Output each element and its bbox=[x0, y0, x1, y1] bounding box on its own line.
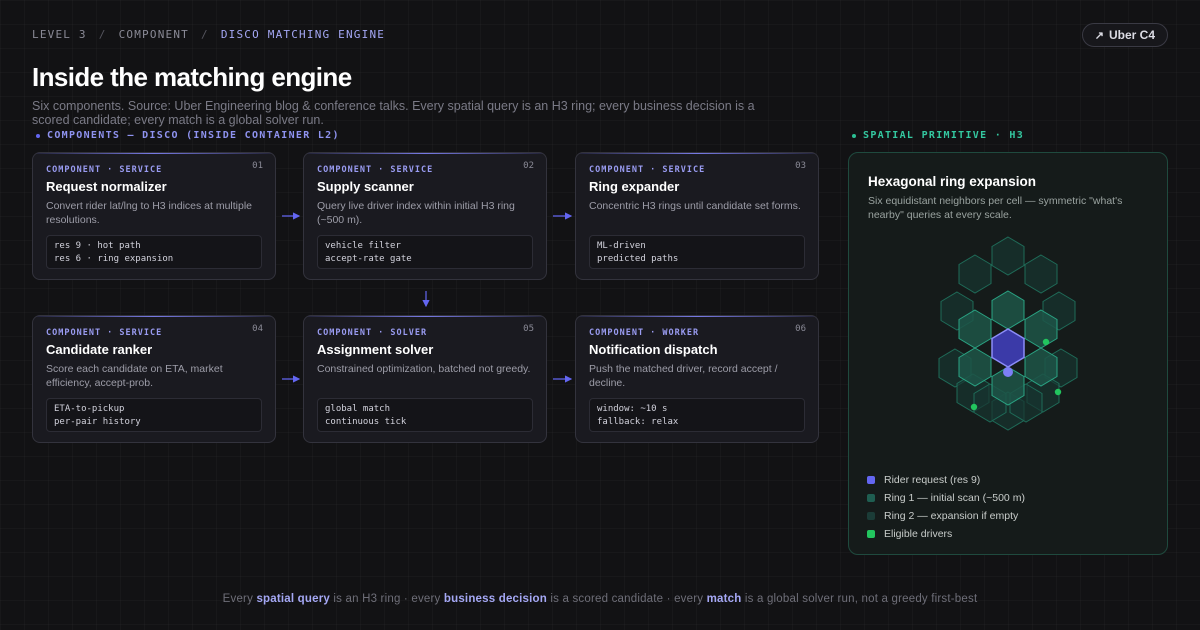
component-card-request-normalizer[interactable]: COMPONENT · SERVICE 01 Request normalize… bbox=[32, 152, 276, 280]
legend-label: Ring 1 — initial scan (~500 m) bbox=[884, 492, 1025, 504]
legend-swatch bbox=[867, 494, 875, 502]
legend-swatch bbox=[867, 530, 875, 538]
legend-label: Eligible drivers bbox=[884, 528, 953, 540]
component-card-notification-dispatch[interactable]: COMPONENT · WORKER 06 Notification dispa… bbox=[575, 315, 819, 443]
component-kind: COMPONENT · SOLVER bbox=[317, 328, 428, 338]
component-description: Score each candidate on ETA, market effi… bbox=[46, 363, 223, 389]
code-line: accept-rate gate bbox=[325, 254, 412, 264]
code-line: ETA-to-pickup bbox=[54, 404, 125, 414]
footer-text: Every bbox=[222, 593, 257, 605]
footer-text: is a global solver run, not a greedy fir… bbox=[741, 593, 978, 605]
legend-label: Rider request (res 9) bbox=[884, 474, 981, 486]
component-name: Assignment solver bbox=[317, 342, 434, 357]
footer-keyword: match bbox=[706, 593, 742, 605]
legend-label: Ring 2 — expansion if empty bbox=[884, 510, 1019, 522]
component-card-supply-scanner[interactable]: COMPONENT · SERVICE 02 Supply scanner Qu… bbox=[303, 152, 547, 280]
component-description: Concentric H3 rings until candidate set … bbox=[589, 200, 801, 212]
page-subtitle: Six components. Source: Uber Engineering… bbox=[32, 99, 755, 127]
component-card-assignment-solver[interactable]: COMPONENT · SOLVER 05 Assignment solver … bbox=[303, 315, 547, 443]
eligible-driver-dot bbox=[1042, 338, 1050, 346]
uber-c4-label: Uber C4 bbox=[1108, 28, 1155, 42]
page-title: Inside the matching engine bbox=[32, 62, 352, 92]
legend-item-ring-1: Ring 1 — initial scan (~500 m) bbox=[867, 489, 1025, 507]
code-line: global match bbox=[325, 404, 391, 414]
arrow-up-right-icon: ↗ bbox=[1094, 29, 1104, 42]
uber-c4-link[interactable]: ↗ Uber C4 bbox=[1081, 23, 1168, 47]
component-number: 05 bbox=[523, 324, 534, 334]
breadcrumb-separator: / bbox=[98, 28, 107, 41]
rider-request-dot bbox=[1003, 367, 1013, 377]
footer-keyword: spatial query bbox=[256, 593, 330, 605]
h3-legend: Rider request (res 9) Ring 1 — initial s… bbox=[867, 471, 1025, 543]
bullet-dot-icon bbox=[852, 133, 856, 138]
component-name: Notification dispatch bbox=[589, 342, 718, 357]
component-code-box: res 9 · hot path res 6 · ring expansion bbox=[46, 235, 262, 269]
footer-text: is an H3 ring · every bbox=[329, 593, 444, 605]
spatial-section-text: SPATIAL PRIMITIVE · H3 bbox=[863, 130, 1025, 141]
legend-swatch bbox=[867, 476, 875, 484]
component-number: 01 bbox=[252, 161, 263, 171]
component-description: Constrained optimization, batched not gr… bbox=[317, 363, 531, 375]
eligible-driver-dot bbox=[1054, 388, 1062, 396]
footer-caption: Every spatial query is an H3 ring · ever… bbox=[0, 593, 1200, 605]
component-number: 03 bbox=[795, 161, 806, 171]
component-card-candidate-ranker[interactable]: COMPONENT · SERVICE 04 Candidate ranker … bbox=[32, 315, 276, 443]
eligible-driver-dot bbox=[970, 403, 978, 411]
hex-cell bbox=[1024, 254, 1058, 294]
component-code-box: ML-driven predicted paths bbox=[589, 235, 805, 269]
hex-cell bbox=[958, 254, 992, 294]
component-description: Push the matched driver, record accept /… bbox=[589, 363, 778, 389]
component-number: 04 bbox=[252, 324, 263, 334]
legend-swatch bbox=[867, 512, 875, 520]
component-name: Candidate ranker bbox=[46, 342, 153, 357]
component-number: 06 bbox=[795, 324, 806, 334]
component-kind: COMPONENT · SERVICE bbox=[589, 165, 706, 175]
components-section-label: COMPONENTS — DISCO (INSIDE CONTAINER L2) bbox=[36, 130, 340, 141]
component-card-ring-expander[interactable]: COMPONENT · SERVICE 03 Ring expander Con… bbox=[575, 152, 819, 280]
legend-item-eligible-drivers: Eligible drivers bbox=[867, 525, 1025, 543]
component-code-box: global match continuous tick bbox=[317, 398, 533, 432]
legend-item-rider-request: Rider request (res 9) bbox=[867, 471, 1025, 489]
spatial-section-label: SPATIAL PRIMITIVE · H3 bbox=[852, 130, 1024, 141]
component-code-box: window: ~10 s fallback: relax bbox=[589, 398, 805, 432]
component-kind: COMPONENT · SERVICE bbox=[46, 165, 163, 175]
bullet-dot-icon bbox=[36, 133, 40, 138]
components-section-text: COMPONENTS — DISCO (INSIDE CONTAINER L2) bbox=[47, 130, 340, 141]
footer-text: is a scored candidate · every bbox=[546, 593, 707, 605]
breadcrumb-separator: / bbox=[201, 28, 209, 41]
code-line: vehicle filter bbox=[325, 241, 401, 251]
legend-item-ring-2: Ring 2 — expansion if empty bbox=[867, 507, 1025, 525]
code-line: window: ~10 s bbox=[597, 404, 668, 414]
component-description: Query live driver index within initial H… bbox=[317, 200, 515, 226]
code-line: res 6 · ring expansion bbox=[54, 254, 174, 264]
breadcrumb-current: DISCO MATCHING ENGINE bbox=[220, 28, 386, 41]
code-line: res 9 · hot path bbox=[54, 241, 141, 251]
component-name: Request normalizer bbox=[46, 179, 167, 194]
hex-cell bbox=[991, 236, 1025, 276]
breadcrumb-level[interactable]: LEVEL 3 bbox=[32, 28, 87, 41]
component-description: Convert rider lat/lng to H3 indices at m… bbox=[46, 200, 253, 226]
footer-keyword: business decision bbox=[443, 593, 547, 605]
rider-request-hex bbox=[991, 328, 1025, 368]
hexagon-ring-diagram bbox=[938, 236, 1078, 431]
code-line: ML-driven bbox=[597, 241, 646, 251]
component-kind: COMPONENT · WORKER bbox=[589, 328, 700, 338]
hex-cell bbox=[991, 290, 1025, 330]
component-kind: COMPONENT · SERVICE bbox=[317, 165, 434, 175]
h3-spatial-panel: Hexagonal ring expansion Six equidistant… bbox=[848, 152, 1168, 555]
code-line: fallback: relax bbox=[597, 417, 679, 427]
code-line: continuous tick bbox=[325, 417, 407, 427]
breadcrumb: LEVEL 3 / COMPONENT / DISCO MATCHING ENG… bbox=[32, 28, 385, 41]
component-code-box: ETA-to-pickup per-pair history bbox=[46, 398, 262, 432]
breadcrumb-type[interactable]: COMPONENT bbox=[119, 28, 189, 41]
code-line: predicted paths bbox=[597, 254, 679, 264]
code-line: per-pair history bbox=[54, 417, 141, 427]
component-kind: COMPONENT · SERVICE bbox=[46, 328, 163, 338]
component-number: 02 bbox=[523, 161, 534, 171]
component-code-box: vehicle filter accept-rate gate bbox=[317, 235, 533, 269]
component-name: Supply scanner bbox=[317, 179, 414, 194]
component-name: Ring expander bbox=[589, 179, 680, 194]
